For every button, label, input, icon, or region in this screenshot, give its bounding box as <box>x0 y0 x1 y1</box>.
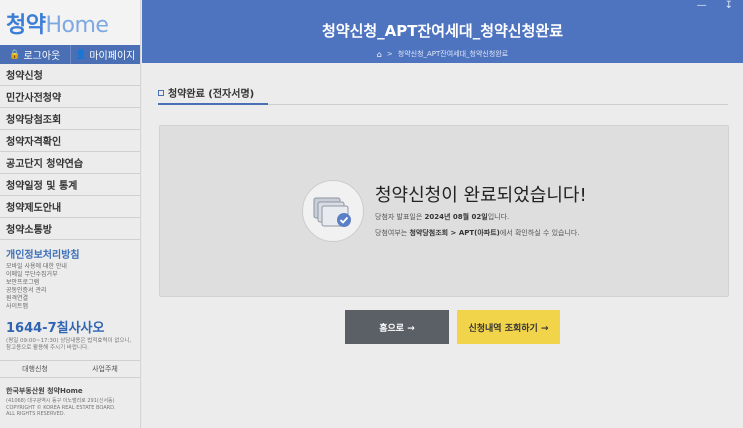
logout-button[interactable]: 🔒 로그아웃 <box>0 45 71 64</box>
sidebar-item-guide[interactable]: 청약제도안내 <box>0 196 140 218</box>
sub-link[interactable]: 모바일 사용에 대한 안내 <box>6 263 134 271</box>
phone-note: (평일 09:00~17:30) 상담내용은 법적효력이 없으니, 참고용으로 … <box>6 338 132 351</box>
check-path: 청약당첨조회 > APT(아파트) <box>409 229 500 237</box>
check-suffix: 에서 확인하실 수 있습니다. <box>499 229 580 237</box>
tab-marker-icon <box>158 89 164 96</box>
top-icons: — ↧ <box>697 0 733 11</box>
privacy-policy-link[interactable]: 개인정보처리방침 <box>6 246 134 261</box>
completion-title: 청약신청이 완료되었습니다! <box>375 185 587 206</box>
page-title: 청약신청_APT잔여세대_청약신청완료 <box>321 22 564 40</box>
tab-active-underline <box>158 103 268 105</box>
sub-links: 모바일 사용에 대한 안내 이메일 무단수집거부 보안프로그램 공동인증서 관리… <box>6 263 134 311</box>
sub-link[interactable]: 원격연결 <box>6 295 134 303</box>
announce-prefix: 당첨자 발표일은 <box>375 213 425 221</box>
sidebar-item-community[interactable]: 청약소통방 <box>0 218 140 240</box>
announce-date: 2024년 08월 02일 <box>424 213 488 221</box>
sub-link[interactable]: 사이트맵 <box>6 303 134 311</box>
home-button[interactable]: 홈으로 → <box>345 310 449 344</box>
logout-label: 로그아웃 <box>23 51 61 62</box>
lock-icon: 🔒 <box>9 49 21 60</box>
mypage-label: 마이페이지 <box>89 51 136 62</box>
foot-links: 대행신청 사업주체 <box>0 360 140 378</box>
page-header: — ↧ 청약신청_APT잔여세대_청약신청완료 ⌂ > 청약신청_APT잔여세대… <box>142 0 743 63</box>
announce-suffix: 입니다. <box>487 213 510 221</box>
logo-bar: 청약Home <box>0 0 140 45</box>
view-history-button[interactable]: 신청내역 조회하기 → <box>457 310 560 344</box>
foot-link-business[interactable]: 사업주체 <box>92 364 118 374</box>
foot-link-agent[interactable]: 대행신청 <box>22 364 48 374</box>
document-check-icon <box>302 180 364 242</box>
phone-number: 1644-7칠사사오 <box>6 317 134 336</box>
completion-panel: 청약신청이 완료되었습니다! 당첨자 발표일은 2024년 08월 02일입니다… <box>159 125 729 297</box>
sidebar-item-private-pre[interactable]: 민간사전청약 <box>0 86 140 108</box>
breadcrumb: ⌂ > 청약신청_APT잔여세대_청약신청완료 <box>142 49 743 59</box>
site-logo[interactable]: 청약Home <box>6 7 109 39</box>
auth-bar: 🔒 로그아웃 👤 마이페이지 <box>0 45 140 64</box>
sub-link[interactable]: 이메일 무단수집거부 <box>6 271 134 279</box>
sub-link[interactable]: 보안프로그램 <box>6 279 134 287</box>
sidebar-item-apply[interactable]: 청약신청 <box>0 64 140 86</box>
sub-link[interactable]: 공동인증서 관리 <box>6 287 134 295</box>
breadcrumb-sep: > <box>386 50 393 58</box>
tab-label: 청약완료 (전자서명) <box>168 89 255 100</box>
minimize-icon[interactable]: — <box>697 0 707 11</box>
logo-text-main: 청약 <box>6 12 46 38</box>
check-guide-text: 당첨여부는 청약당첨조회 > APT(아파트)에서 확인하실 수 있습니다. <box>375 228 580 238</box>
tab-completion[interactable]: 청약완료 (전자서명) <box>158 85 254 100</box>
main-content: 청약완료 (전자서명) 청약신청이 완료되었습니다! 당첨자 발표일은 2024… <box>142 63 743 428</box>
info-block: 개인정보처리방침 모바일 사용에 대한 안내 이메일 무단수집거부 보안프로그램… <box>0 240 140 352</box>
sidebar: 청약Home 🔒 로그아웃 👤 마이페이지 청약신청 민간사전청약 청약당첨조회… <box>0 0 141 428</box>
home-icon[interactable]: ⌂ <box>377 50 382 59</box>
check-prefix: 당첨여부는 <box>375 229 410 237</box>
announcement-text: 당첨자 발표일은 2024년 08월 02일입니다. <box>375 212 509 222</box>
org-address: (41068) 대구광역시 동구 이노밸리로 291(신서동) COPYRIGH… <box>6 398 116 417</box>
org-name: 한국부동산원 청약Home <box>6 387 83 395</box>
sidebar-item-schedule[interactable]: 청약일정 및 통계 <box>0 174 140 196</box>
sidebar-item-eligibility[interactable]: 청약자격확인 <box>0 130 140 152</box>
phone-word: 칠사사오 <box>56 321 105 336</box>
phone-prefix: 1644-7 <box>6 321 57 336</box>
mypage-button[interactable]: 👤 마이페이지 <box>71 45 141 64</box>
sidebar-item-win-check[interactable]: 청약당첨조회 <box>0 108 140 130</box>
sidebar-item-practice[interactable]: 공고단지 청약연습 <box>0 152 140 174</box>
breadcrumb-current[interactable]: 청약신청_APT잔여세대_청약신청완료 <box>398 49 508 59</box>
download-icon[interactable]: ↧ <box>725 0 733 11</box>
sidebar-menu: 청약신청 민간사전청약 청약당첨조회 청약자격확인 공고단지 청약연습 청약일정… <box>0 64 140 240</box>
user-icon: 👤 <box>75 49 87 60</box>
logo-text-sub: Home <box>45 12 109 38</box>
